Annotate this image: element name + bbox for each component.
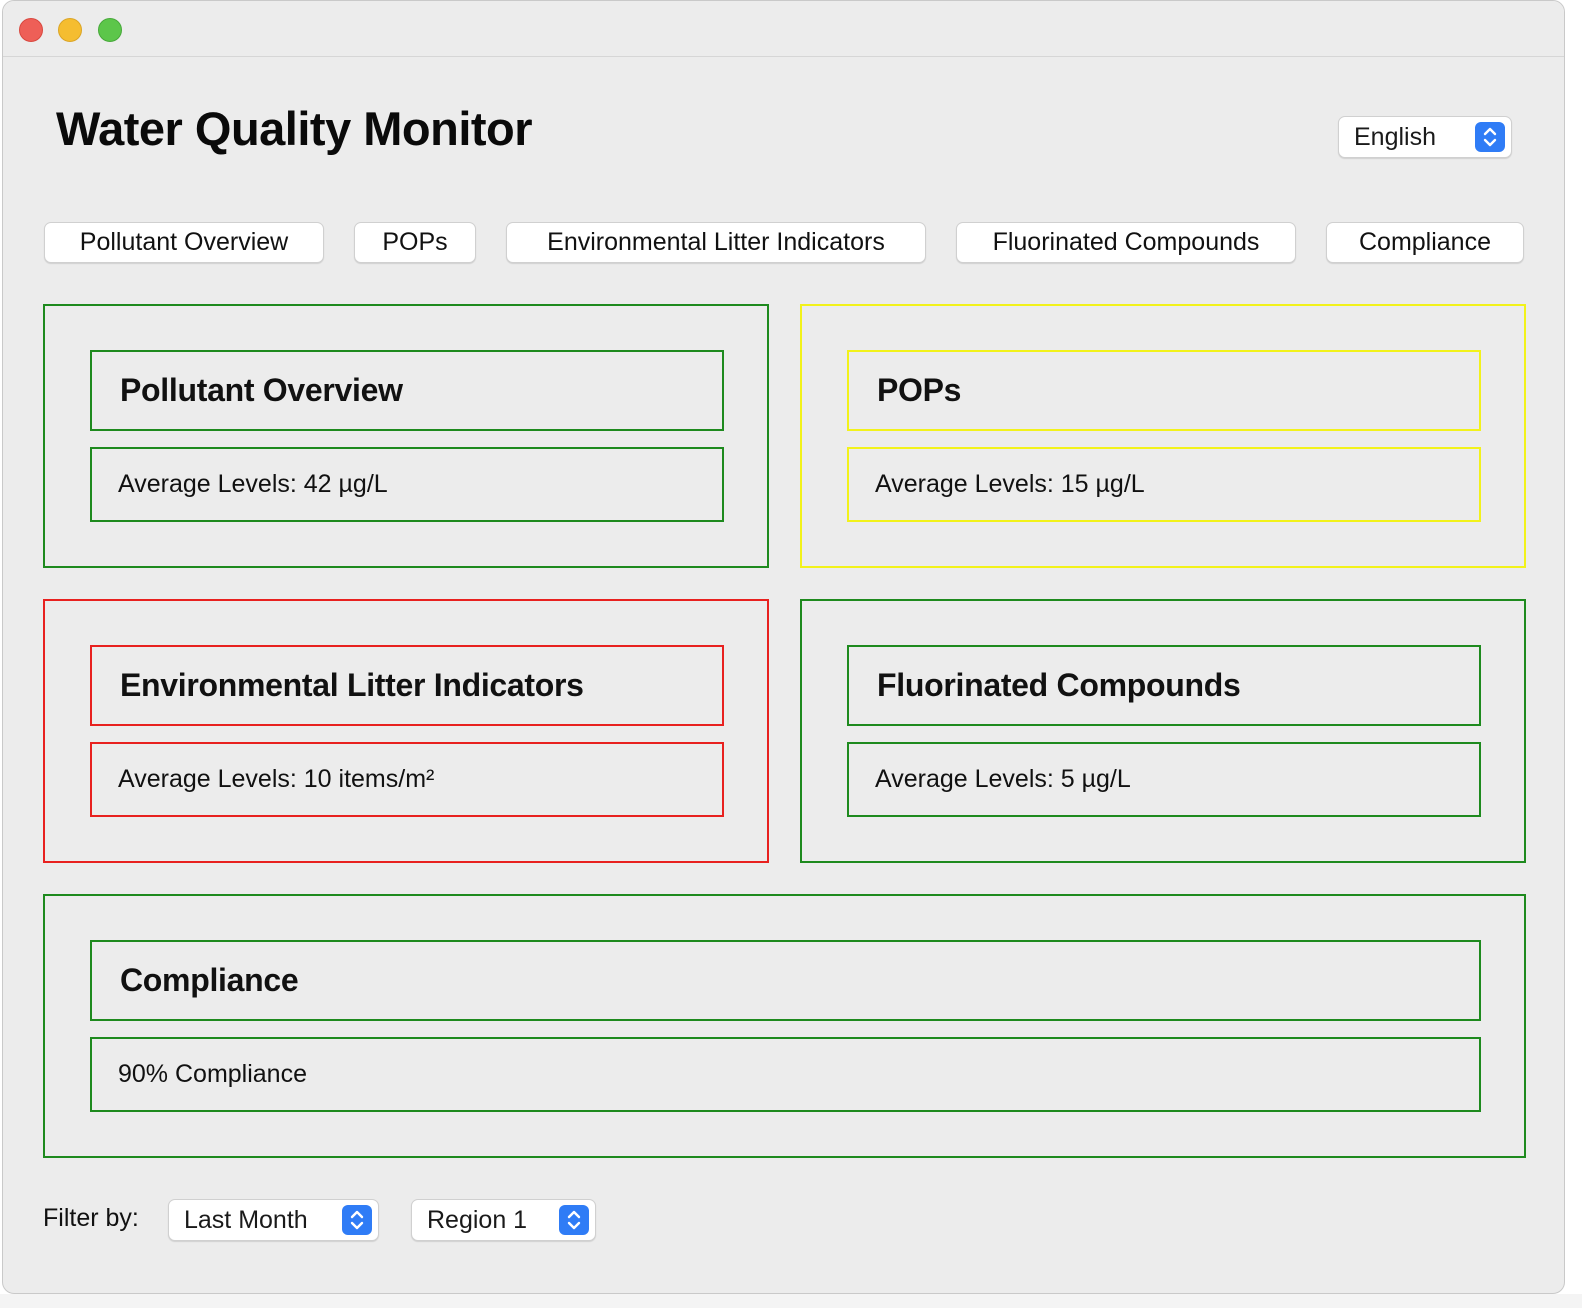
panel-value: Average Levels: 10 items/m²: [90, 742, 724, 817]
panel-value: 90% Compliance: [90, 1037, 1481, 1112]
title-bar: [3, 1, 1564, 57]
tab-environmental-litter-indicators[interactable]: Environmental Litter Indicators: [506, 222, 926, 263]
panel-environmental-litter-indicators: Environmental Litter Indicators Average …: [43, 599, 769, 863]
minimize-window-button[interactable]: [58, 18, 82, 42]
panel-compliance: Compliance 90% Compliance: [43, 894, 1526, 1158]
period-select[interactable]: Last Month: [168, 1199, 379, 1241]
panel-title: Pollutant Overview: [90, 350, 724, 431]
language-select-value: English: [1354, 122, 1436, 151]
chevron-up-down-icon: [342, 1205, 372, 1235]
panel-title: Environmental Litter Indicators: [90, 645, 724, 726]
panel-value: Average Levels: 5 µg/L: [847, 742, 1481, 817]
panel-fluorinated-compounds: Fluorinated Compounds Average Levels: 5 …: [800, 599, 1526, 863]
panel-title: Compliance: [90, 940, 1481, 1021]
maximize-window-button[interactable]: [98, 18, 122, 42]
background-strip: [0, 1294, 1582, 1308]
tab-pollutant-overview[interactable]: Pollutant Overview: [44, 222, 324, 263]
tab-compliance[interactable]: Compliance: [1326, 222, 1524, 263]
panel-title: Fluorinated Compounds: [847, 645, 1481, 726]
page-title: Water Quality Monitor: [56, 102, 533, 155]
tab-fluorinated-compounds[interactable]: Fluorinated Compounds: [956, 222, 1296, 263]
panel-pollutant-overview: Pollutant Overview Average Levels: 42 µg…: [43, 304, 769, 568]
filter-label: Filter by:: [43, 1204, 139, 1232]
chevron-up-down-icon: [559, 1205, 589, 1235]
language-select[interactable]: English: [1338, 116, 1512, 158]
panel-pops: POPs Average Levels: 15 µg/L: [800, 304, 1526, 568]
region-select[interactable]: Region 1: [411, 1199, 596, 1241]
panel-value: Average Levels: 15 µg/L: [847, 447, 1481, 522]
app-window: Water Quality Monitor English Pollutant …: [2, 0, 1565, 1294]
close-window-button[interactable]: [19, 18, 43, 42]
region-select-value: Region 1: [427, 1205, 528, 1234]
panel-title: POPs: [847, 350, 1481, 431]
period-select-value: Last Month: [184, 1205, 308, 1234]
chevron-up-down-icon: [1475, 122, 1505, 152]
panel-value: Average Levels: 42 µg/L: [90, 447, 724, 522]
tab-pops[interactable]: POPs: [354, 222, 476, 263]
